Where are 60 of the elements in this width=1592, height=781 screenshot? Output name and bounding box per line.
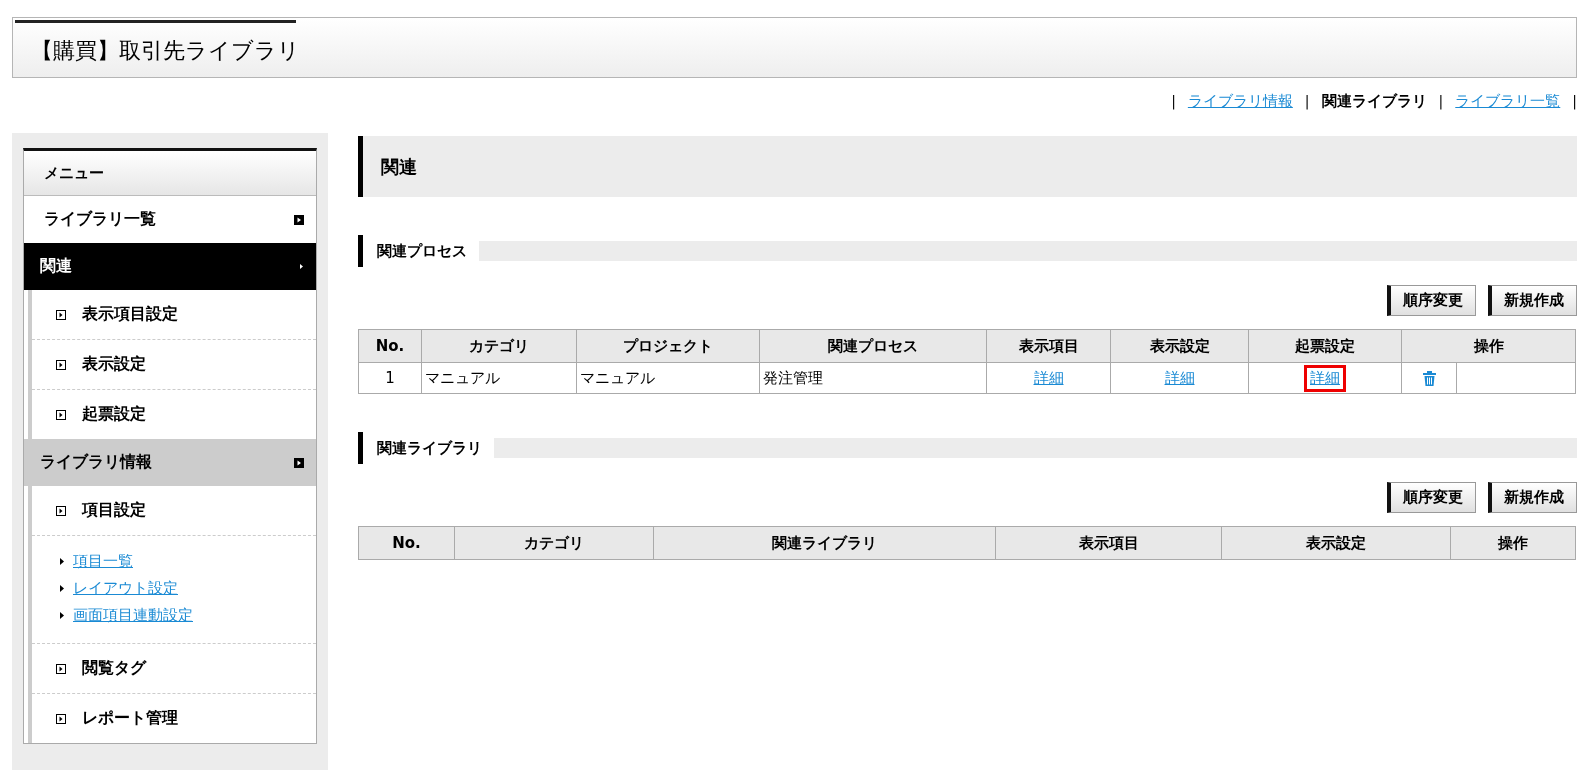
triangle-icon (60, 585, 64, 592)
separator: | (1304, 93, 1310, 109)
column-header: 表示設定 (1221, 526, 1451, 560)
content-heading: 関連 (358, 136, 1577, 197)
box-bullet-icon (56, 359, 66, 370)
column-header: 起票設定 (1248, 329, 1402, 363)
menu-item[interactable]: 表示設定 (32, 340, 316, 390)
table-cell: マニュアル (421, 362, 577, 394)
table-cell: 発注管理 (759, 362, 987, 394)
separator: | (1438, 93, 1444, 109)
action-button[interactable]: 新規作成 (1488, 285, 1577, 316)
separator: | (1572, 93, 1577, 109)
box-bullet-icon (56, 663, 66, 674)
menu-link[interactable]: 項目一覧 (73, 552, 133, 571)
detail-link[interactable]: 詳細 (1307, 367, 1343, 389)
column-header: 表示項目 (995, 526, 1222, 560)
menu-item[interactable]: 起票設定 (32, 390, 316, 439)
triangle-icon (60, 558, 64, 565)
nav-link[interactable]: ライブラリ一覧 (1455, 91, 1561, 111)
page-title: 【購買】取引先ライブラリ (31, 36, 300, 65)
detail-link[interactable]: 詳細 (1161, 367, 1198, 389)
trash-icon[interactable] (1422, 371, 1436, 386)
column-header: 関連プロセス (759, 329, 987, 363)
section-title: 関連ライブラリ (377, 438, 482, 458)
column-header: 表示設定 (1110, 329, 1249, 363)
menu-section[interactable]: ライブラリ一覧 (24, 196, 316, 243)
column-header: プロジェクト (576, 329, 760, 363)
menu-link[interactable]: 画面項目連動設定 (73, 606, 193, 625)
menu-section[interactable]: 関連 (24, 243, 316, 290)
box-bullet-icon (56, 505, 66, 516)
nav-link[interactable]: 関連ライブラリ (1321, 91, 1427, 111)
column-header: No. (358, 526, 455, 560)
column-header: 操作 (1450, 526, 1576, 560)
arrow-box-icon (294, 457, 304, 468)
column-header: No. (358, 329, 422, 363)
box-bullet-icon (56, 409, 66, 420)
arrow-box-icon (294, 214, 304, 225)
menu-item[interactable]: 閲覧タグ (32, 644, 316, 694)
menu-item[interactable]: レポート管理 (32, 694, 316, 743)
table-cell: マニュアル (576, 362, 760, 394)
action-button[interactable]: 順序変更 (1387, 285, 1476, 316)
menu-link[interactable]: レイアウト設定 (73, 579, 178, 598)
menu-section[interactable]: ライブラリ情報 (24, 439, 316, 486)
column-header: カテゴリ (454, 526, 654, 560)
triangle-icon (60, 612, 64, 619)
action-button[interactable]: 順序変更 (1387, 482, 1476, 513)
section-title: 関連プロセス (377, 241, 467, 261)
arrow-icon (299, 263, 304, 270)
column-header: 操作 (1401, 329, 1576, 363)
separator: | (1171, 93, 1176, 109)
nav-link[interactable]: ライブラリ情報 (1187, 91, 1293, 111)
box-bullet-icon (56, 309, 66, 320)
action-button[interactable]: 新規作成 (1488, 482, 1577, 513)
menu-item[interactable]: 項目設定 (32, 486, 316, 536)
column-header: 表示項目 (986, 329, 1111, 363)
box-bullet-icon (56, 713, 66, 724)
column-header: カテゴリ (421, 329, 577, 363)
table-cell: 1 (358, 362, 422, 394)
menu-item[interactable]: 表示項目設定 (32, 290, 316, 340)
column-header: 関連ライブラリ (653, 526, 996, 560)
